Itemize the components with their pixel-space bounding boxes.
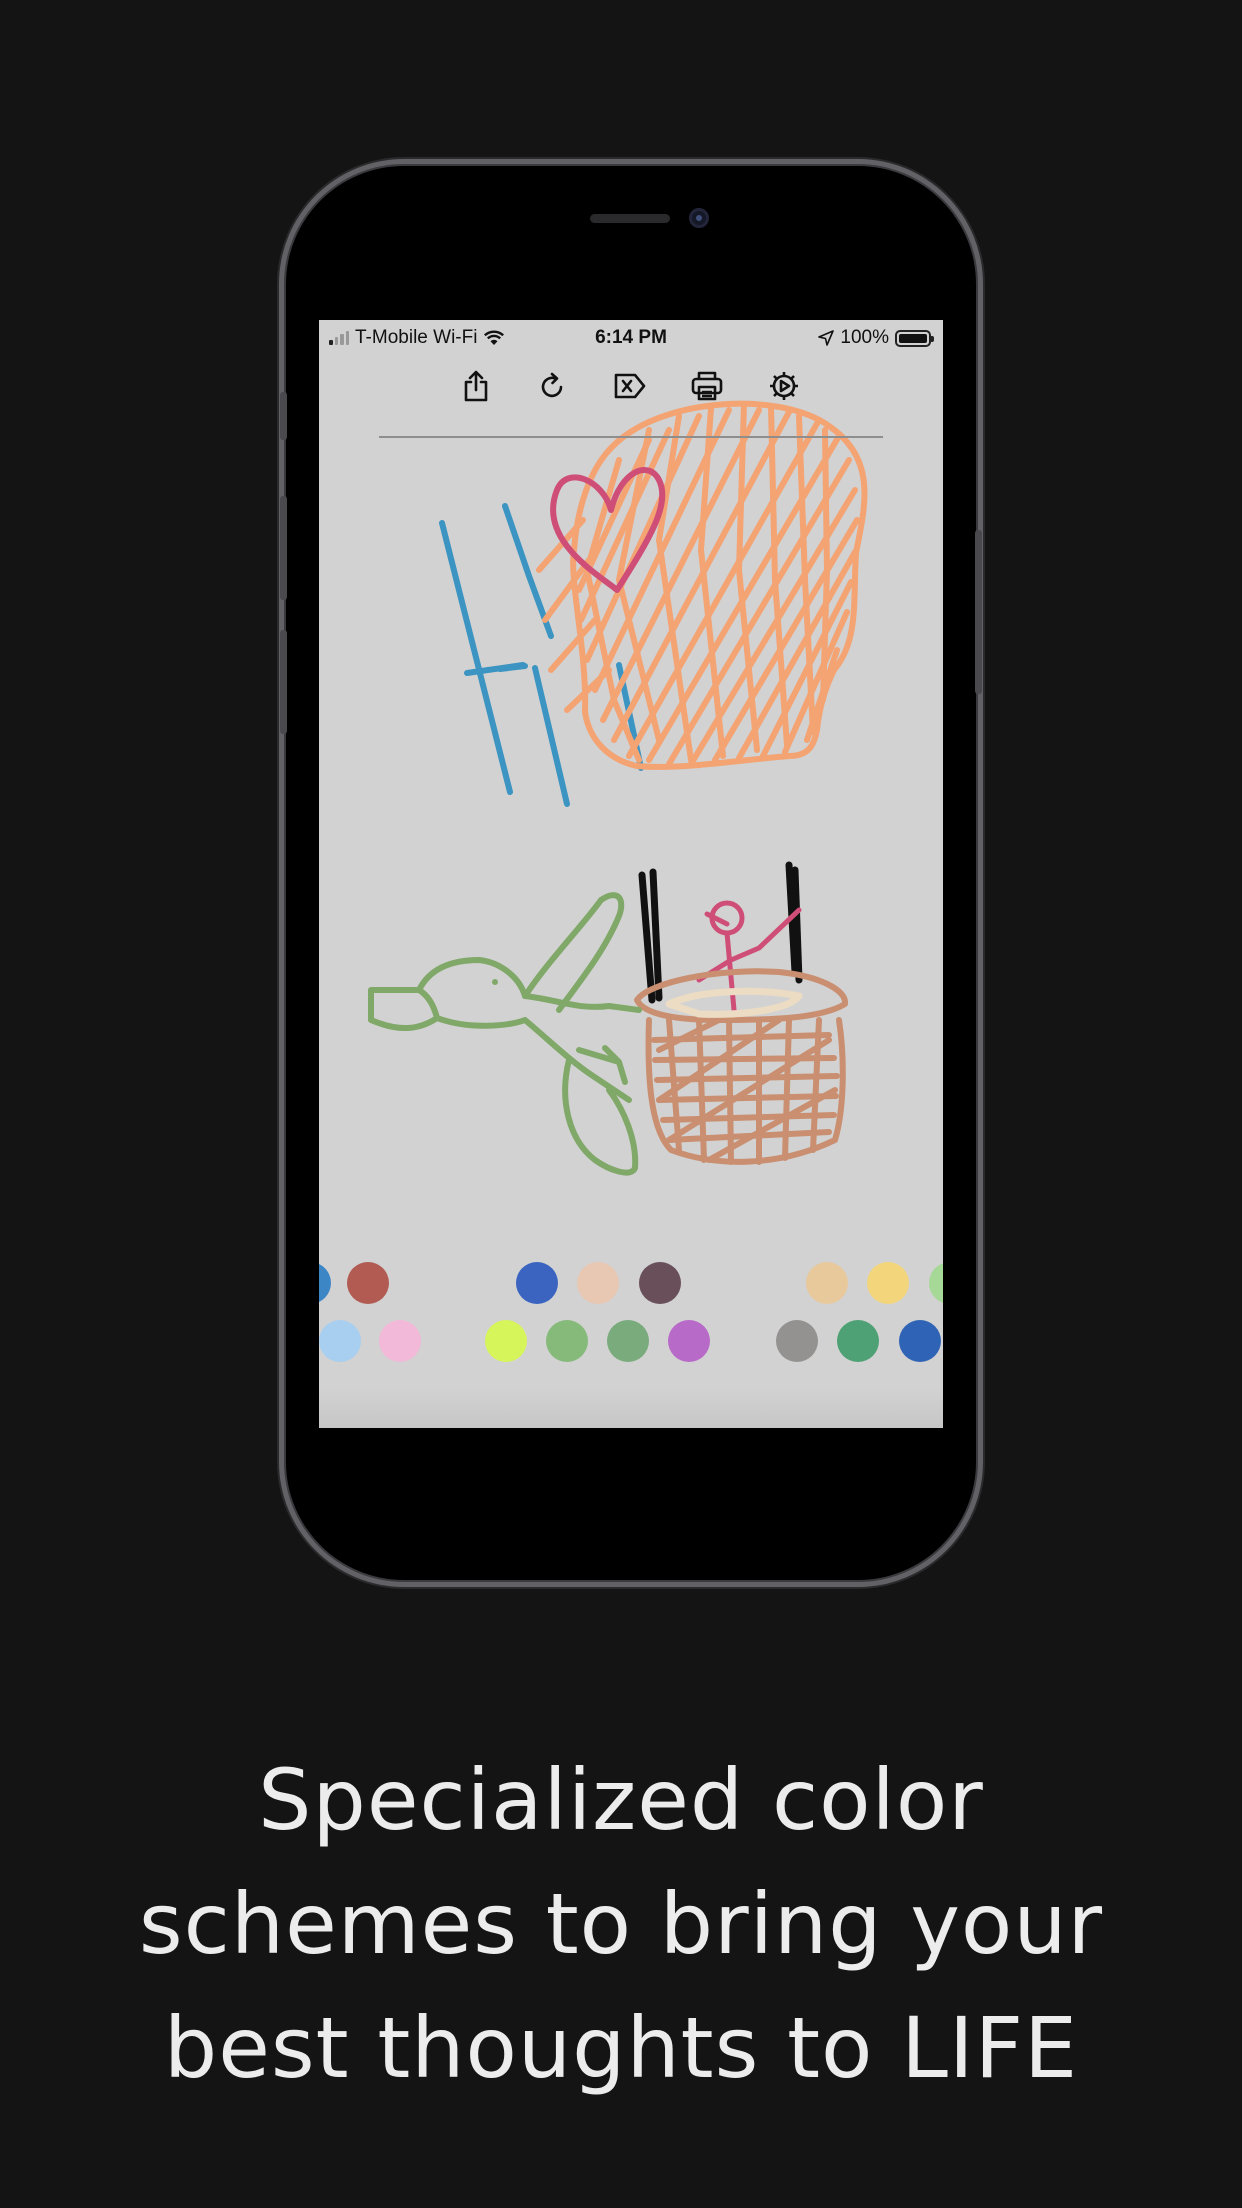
location-arrow-icon: [818, 330, 835, 346]
color-swatch[interactable]: [516, 1262, 558, 1304]
color-swatch[interactable]: [806, 1262, 848, 1304]
caption-line-2: schemes to bring your: [138, 1875, 1104, 1973]
settings-icon: [770, 372, 798, 400]
print-icon: [691, 371, 723, 401]
palette-row-2: [319, 1320, 943, 1364]
app-screen: T-Mobile Wi-Fi 6:14 PM 100%: [319, 320, 943, 1428]
promo-caption: Specialized color schemes to bring your …: [0, 1738, 1242, 2110]
color-swatch[interactable]: [319, 1262, 331, 1304]
share-button[interactable]: [456, 366, 496, 406]
color-swatch[interactable]: [379, 1320, 421, 1362]
brown-basket-strokes: [634, 968, 848, 1165]
front-camera: [689, 208, 709, 228]
redo-icon: [541, 372, 563, 398]
earpiece-speaker: [590, 214, 670, 223]
drawing-canvas[interactable]: [319, 320, 943, 1200]
green-duck-stroke: [368, 892, 642, 1176]
volume-down-button: [280, 630, 287, 734]
silent-switch: [280, 392, 287, 440]
battery-percent: 100%: [840, 327, 889, 348]
caption-line-3: best thoughts to LIFE: [163, 1999, 1079, 2097]
toolbar-divider: [379, 436, 883, 438]
battery-level: [899, 333, 927, 343]
duck-eye: [492, 979, 498, 985]
status-bar: T-Mobile Wi-Fi 6:14 PM 100%: [319, 320, 943, 356]
battery-icon: [895, 329, 934, 347]
color-swatch[interactable]: [546, 1320, 588, 1362]
color-swatch[interactable]: [347, 1262, 389, 1304]
print-button[interactable]: [687, 366, 727, 406]
toolbar: [319, 366, 943, 406]
volume-up-button: [280, 496, 287, 600]
color-swatch[interactable]: [319, 1320, 361, 1362]
color-swatch[interactable]: [837, 1320, 879, 1362]
share-icon: [464, 370, 488, 402]
bottom-bar: [319, 1388, 943, 1428]
caption-line-1: Specialized color: [258, 1751, 984, 1849]
redo-button[interactable]: [533, 366, 573, 406]
color-swatch[interactable]: [867, 1262, 909, 1304]
color-swatch[interactable]: [577, 1262, 619, 1304]
settings-button[interactable]: [764, 366, 804, 406]
color-swatch[interactable]: [776, 1320, 818, 1362]
color-swatch[interactable]: [929, 1262, 943, 1304]
color-swatch[interactable]: [607, 1320, 649, 1362]
color-swatch[interactable]: [899, 1320, 941, 1362]
color-swatch[interactable]: [639, 1262, 681, 1304]
power-button: [975, 530, 982, 694]
clear-button[interactable]: [610, 366, 650, 406]
color-swatch[interactable]: [485, 1320, 527, 1362]
clear-icon: [614, 373, 646, 399]
color-swatch[interactable]: [668, 1320, 710, 1362]
status-right: 100%: [818, 327, 934, 349]
orange-balloon-strokes: [536, 400, 868, 770]
palette-row-1: [319, 1262, 943, 1306]
